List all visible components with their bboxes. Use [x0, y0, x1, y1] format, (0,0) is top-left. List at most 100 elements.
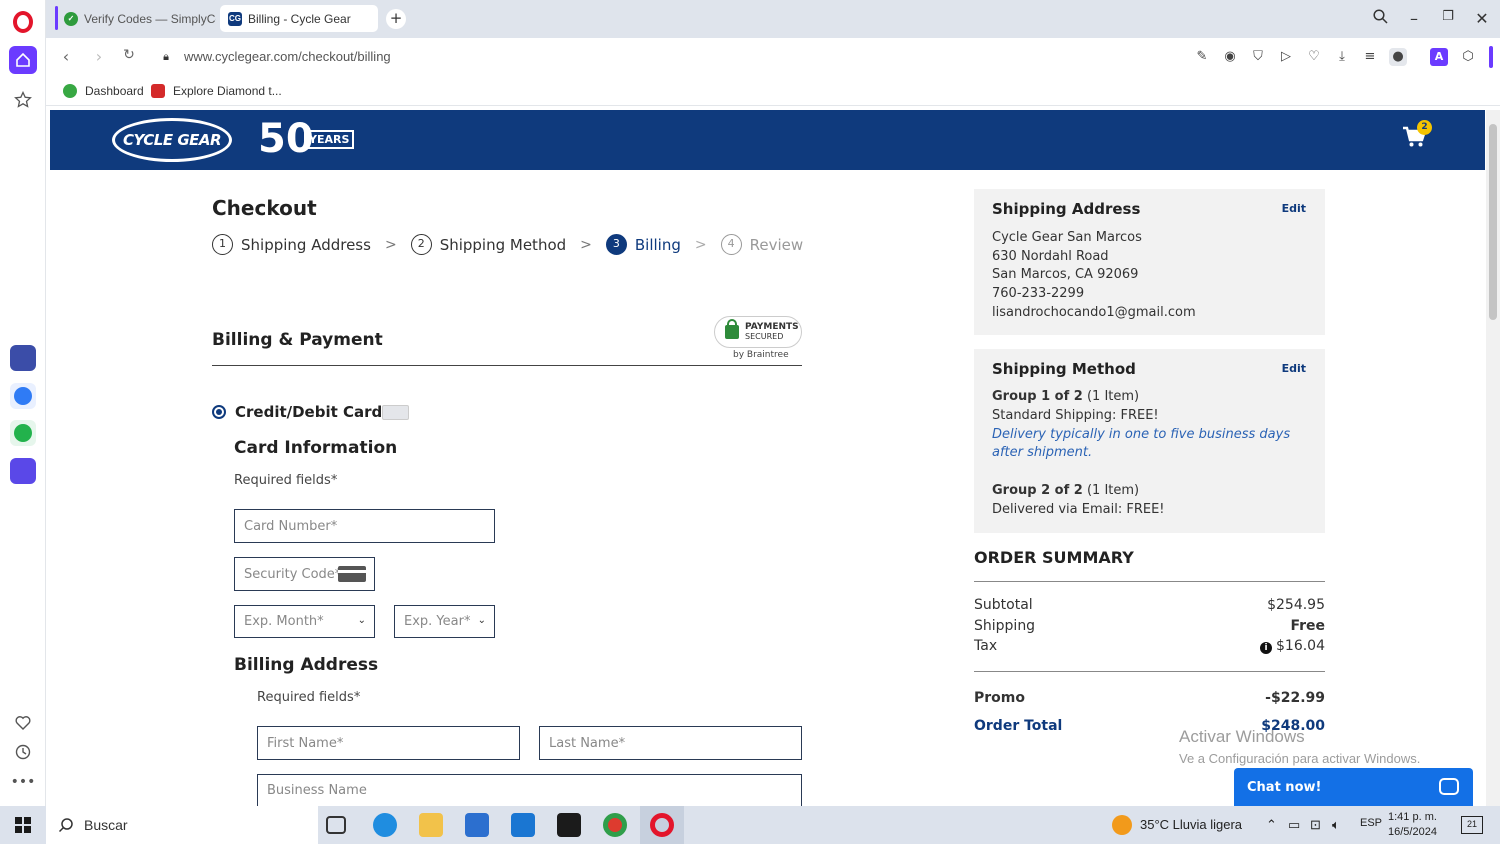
minimize-icon[interactable]: –: [1403, 9, 1425, 28]
bookmark-dashboard[interactable]: Dashboard: [63, 84, 144, 98]
file-explorer-icon[interactable]: [419, 813, 443, 837]
first-name-input[interactable]: First Name*: [257, 726, 520, 760]
edge-icon[interactable]: [373, 813, 397, 837]
messenger-icon[interactable]: [10, 383, 36, 409]
business-name-input[interactable]: Business Name: [257, 774, 802, 806]
tab-billing-cycle-gear[interactable]: CG Billing - Cycle Gear: [220, 5, 378, 32]
billing-address-title: Billing Address: [234, 655, 379, 675]
info-icon[interactable]: i: [1260, 642, 1272, 654]
subtotal-row: Subtotal $254.95: [974, 597, 1325, 613]
step-label: Review: [749, 235, 804, 254]
chevron-right-icon: >: [694, 236, 707, 253]
address-email: lisandrochocando1@gmail.com: [992, 305, 1196, 320]
edit-shipping-address-link[interactable]: Edit: [1282, 202, 1306, 215]
chevron-down-icon: ⌄: [477, 615, 486, 626]
chevron-down-icon: ⌄: [357, 615, 366, 626]
menu-icon[interactable]: ≡: [1361, 48, 1379, 66]
clock-time: 1:41 p. m.: [1388, 811, 1437, 823]
exp-month-select[interactable]: Exp. Month* ⌄: [234, 605, 375, 638]
forward-icon[interactable]: ›: [89, 47, 109, 66]
restore-icon[interactable]: ❐: [1437, 9, 1459, 24]
music-player-icon[interactable]: [10, 458, 36, 484]
sidebar-toggle-icon[interactable]: [1489, 46, 1493, 68]
shipping-value: Free: [1290, 618, 1325, 634]
camera-icon[interactable]: ◉: [1221, 48, 1239, 66]
battery-icon[interactable]: ▭: [1288, 817, 1300, 833]
required-fields-note: Required fields*: [234, 473, 338, 488]
new-tab-button[interactable]: +: [386, 9, 406, 29]
notifications-icon[interactable]: 21: [1461, 816, 1483, 834]
home-icon[interactable]: [9, 46, 37, 74]
chevron-right-icon: >: [384, 236, 397, 253]
chat-now-button[interactable]: Chat now!: [1234, 768, 1473, 806]
promo-row: Promo -$22.99: [974, 690, 1325, 706]
step-number: 3: [605, 234, 627, 255]
aria-app-icon[interactable]: [10, 345, 36, 371]
volume-icon[interactable]: 🔈︎: [1332, 817, 1340, 833]
bookmarks-bar: Dashboard Explore Diamond t...: [46, 76, 1500, 106]
back-icon[interactable]: ‹: [56, 47, 76, 66]
close-icon[interactable]: ✕: [1471, 9, 1493, 28]
bookmark-explore-diamond[interactable]: Explore Diamond t...: [151, 84, 282, 98]
chevron-up-icon[interactable]: ⌃: [1266, 817, 1277, 833]
weather-icon[interactable]: [1112, 815, 1132, 835]
exp-year-select[interactable]: Exp. Year* ⌄: [394, 605, 495, 638]
task-view-icon[interactable]: [326, 816, 346, 834]
step-shipping-address[interactable]: 1 Shipping Address: [212, 234, 371, 255]
taskbar-search[interactable]: Buscar: [46, 806, 318, 844]
clock-date: 16/5/2024: [1388, 826, 1437, 838]
history-icon[interactable]: [9, 738, 37, 766]
star-icon[interactable]: [9, 86, 37, 114]
chrome-icon[interactable]: [603, 813, 627, 837]
heart-outline-icon[interactable]: ♡: [1305, 48, 1323, 66]
edit-icon[interactable]: ✎: [1193, 48, 1211, 66]
last-name-input[interactable]: Last Name*: [539, 726, 802, 760]
tab-verify-codes[interactable]: ✓ Verify Codes — SimplyCo: [56, 5, 216, 32]
page-scrollbar[interactable]: [1486, 110, 1500, 806]
shipping-label: Shipping: [974, 618, 1036, 634]
extensions-icon[interactable]: ⬡: [1459, 48, 1477, 66]
url-field[interactable]: www.cyclegear.com/checkout/billing: [184, 49, 391, 64]
address-bar: ‹ › ↻ 🔒︎ www.cyclegear.com/checkout/bill…: [46, 38, 1500, 76]
opera-logo-icon[interactable]: [13, 11, 33, 33]
store-icon[interactable]: [465, 813, 489, 837]
play-icon[interactable]: ▷: [1277, 48, 1295, 66]
mail-icon[interactable]: [511, 813, 535, 837]
reload-icon[interactable]: ↻: [119, 47, 139, 63]
security-code-input[interactable]: Security Code*: [234, 557, 375, 591]
more-options-icon[interactable]: •••: [9, 768, 37, 796]
bookmark-label: Dashboard: [85, 84, 144, 98]
promo-label: Promo: [974, 690, 1025, 706]
whatsapp-icon[interactable]: [10, 420, 36, 446]
language-indicator[interactable]: ESP: [1360, 817, 1382, 829]
network-icon[interactable]: ⊡: [1310, 817, 1321, 833]
card-number-input[interactable]: Card Number*: [234, 509, 495, 543]
app-icon[interactable]: [557, 813, 581, 837]
system-clock[interactable]: 1:41 p. m. 16/5/2024: [1388, 810, 1437, 840]
download-icon[interactable]: ⤓: [1333, 48, 1351, 66]
tab-title: Verify Codes — SimplyCo: [84, 11, 216, 26]
edit-shipping-method-link[interactable]: Edit: [1282, 362, 1306, 375]
vpn-icon[interactable]: ⛉: [1249, 48, 1267, 66]
search-icon: [58, 818, 73, 833]
windows-start-icon[interactable]: [15, 817, 31, 833]
step-shipping-method[interactable]: 2 Shipping Method: [410, 234, 566, 255]
search-tabs-icon[interactable]: [1369, 9, 1391, 28]
credit-card-option-label[interactable]: Credit/Debit Card: [235, 403, 382, 421]
opera-taskbar-icon[interactable]: [650, 813, 674, 837]
weather-text[interactable]: 35°C Lluvia ligera: [1140, 817, 1242, 832]
billing-required-note: Required fields*: [257, 690, 361, 705]
step-billing: 3 Billing: [605, 234, 681, 255]
credit-card-radio[interactable]: [212, 405, 226, 419]
tax-label: Tax: [974, 638, 998, 654]
taskbar-search-placeholder: Buscar: [84, 817, 128, 833]
lock-icon[interactable]: 🔒︎: [156, 50, 176, 64]
scrollbar-thumb[interactable]: [1489, 124, 1497, 320]
delivery-note: Delivery typically in one to five busine…: [992, 427, 1291, 442]
step-label: Billing: [634, 235, 681, 254]
heart-icon[interactable]: [9, 708, 37, 736]
aria-extension-icon[interactable]: A: [1430, 48, 1448, 66]
address-line: Cycle Gear San Marcos: [992, 230, 1142, 245]
profile-icon[interactable]: ●: [1389, 48, 1407, 66]
cycle-gear-logo[interactable]: CYCLE GEAR: [112, 118, 232, 162]
